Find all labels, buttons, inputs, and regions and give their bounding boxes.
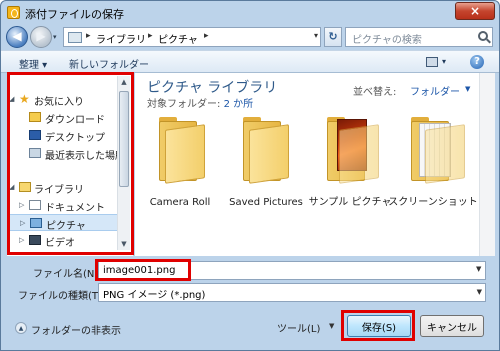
- folder-camera-roll[interactable]: [145, 117, 217, 187]
- folder-label[interactable]: サンプル ピクチャ: [305, 197, 395, 209]
- pictures-icon: [30, 218, 42, 228]
- nav-item-recent-places[interactable]: 最近表示した場所: [7, 145, 125, 162]
- folder-icon: [339, 124, 379, 184]
- save-button[interactable]: 保存(S): [347, 315, 411, 337]
- address-dropdown-icon[interactable]: ▾: [314, 31, 318, 40]
- nav-scrollbar[interactable]: ▲ ▼: [117, 76, 130, 250]
- title-bar: 添付ファイルの保存 ×: [1, 1, 499, 25]
- nav-item-favorites[interactable]: ◢ ★ お気に入り: [7, 91, 119, 108]
- nav-label: お気に入り: [34, 97, 84, 108]
- refresh-button[interactable]: ↻: [324, 27, 342, 47]
- nav-item-videos[interactable]: ▷ ビデオ: [7, 232, 119, 249]
- filename-label: ファイル名(N):: [33, 269, 102, 280]
- close-button[interactable]: ×: [455, 2, 495, 20]
- nav-label: デスクトップ: [45, 133, 105, 144]
- arrange-by-dropdown-icon[interactable]: ▼: [465, 85, 470, 93]
- folder-icon: [425, 124, 465, 184]
- folder-icon: [165, 124, 205, 184]
- videos-icon: [29, 235, 41, 245]
- folder-icon: [249, 124, 289, 184]
- expand-icon[interactable]: ▷: [20, 219, 25, 227]
- new-folder-button[interactable]: 新しいフォルダー: [69, 56, 149, 71]
- collapse-icon[interactable]: ◢: [9, 183, 14, 191]
- view-options-dropdown[interactable]: ▾: [442, 57, 446, 66]
- nav-item-downloads[interactable]: ダウンロード: [7, 109, 119, 126]
- breadcrumb-libraries[interactable]: ライブラリ: [96, 31, 146, 46]
- window-title: 添付ファイルの保存: [25, 8, 124, 21]
- nav-label: ダウンロード: [45, 115, 105, 126]
- nav-item-desktop[interactable]: デスクトップ: [7, 127, 119, 144]
- folder-saved-pictures[interactable]: [229, 117, 301, 187]
- recent-pages-icon[interactable]: ▾: [53, 33, 57, 41]
- downloads-icon: [29, 112, 41, 122]
- nav-item-libraries[interactable]: ◢ ライブラリ: [7, 179, 119, 196]
- forward-button[interactable]: ▶: [30, 26, 52, 48]
- folder-sample-pictures[interactable]: [313, 117, 385, 187]
- documents-icon: [29, 200, 41, 210]
- back-button[interactable]: ◀: [6, 26, 28, 48]
- tools-menu[interactable]: ツール(L): [277, 320, 320, 335]
- nav-item-pictures[interactable]: ▷ ピクチャ: [7, 214, 119, 232]
- search-placeholder: ピクチャの検索: [352, 35, 422, 46]
- collapse-arrow-icon: ▲: [15, 322, 27, 334]
- navigation-pane[interactable]: ◢ ★ お気に入り ダウンロード デスクトップ 最近表示した場所 ◢ ライブラリ…: [7, 73, 133, 256]
- collapse-icon[interactable]: ◢: [9, 95, 14, 103]
- folder-label[interactable]: スクリーンショット: [387, 197, 479, 209]
- scroll-down-icon[interactable]: ▼: [118, 238, 130, 250]
- target-folders-label: 対象フォルダー:: [147, 99, 224, 110]
- save-attachment-dialog: 添付ファイルの保存 × ◀ ▶ ▾ ▸ ライブラリ ▸ ピクチャ ▸ ▾ ↻ ピ…: [0, 0, 500, 351]
- nav-label: ライブラリ: [34, 185, 84, 196]
- hide-folders-label: フォルダーの非表示: [31, 326, 121, 337]
- cancel-button[interactable]: キャンセル: [420, 315, 484, 337]
- filetype-value: PNG イメージ (*.png): [103, 290, 206, 301]
- address-bar[interactable]: ▸ ライブラリ ▸ ピクチャ ▸ ▾: [63, 27, 321, 47]
- help-icon[interactable]: ?: [470, 55, 484, 69]
- tools-dropdown-icon[interactable]: ▼: [329, 322, 334, 330]
- breadcrumb-pictures[interactable]: ピクチャ: [158, 31, 198, 46]
- expand-icon[interactable]: ▷: [19, 236, 24, 244]
- breadcrumb-separator-icon[interactable]: ▸: [148, 31, 153, 41]
- arrange-by-label: 並べ替え:: [353, 87, 397, 98]
- scroll-up-icon[interactable]: ▲: [118, 76, 130, 88]
- folder-icon: [68, 32, 82, 43]
- desktop-icon: [29, 130, 41, 140]
- hide-folders-toggle[interactable]: ▲ フォルダーの非表示: [15, 322, 121, 337]
- folder-screenshots[interactable]: [397, 117, 469, 187]
- command-bar: 整理 ▾ 新しいフォルダー ▾ ?: [1, 50, 499, 73]
- expand-icon[interactable]: ▷: [19, 201, 24, 209]
- star-icon: ★: [19, 92, 30, 106]
- filetype-select[interactable]: PNG イメージ (*.png) ▼: [98, 283, 486, 302]
- search-input[interactable]: ピクチャの検索: [345, 27, 493, 47]
- search-icon[interactable]: [478, 31, 488, 41]
- recent-places-icon: [29, 148, 41, 158]
- nav-label: ドキュメント: [45, 203, 105, 214]
- nav-label: ピクチャ: [46, 221, 86, 232]
- organize-menu[interactable]: 整理 ▾: [19, 56, 47, 71]
- libraries-icon: [19, 182, 31, 192]
- breadcrumb-separator-icon[interactable]: ▸: [204, 31, 209, 41]
- nav-item-documents[interactable]: ▷ ドキュメント: [7, 197, 119, 214]
- target-folders-text: 対象フォルダー: 2 か所: [147, 95, 253, 110]
- outlook-app-icon: [7, 6, 20, 19]
- nav-label: ビデオ: [45, 238, 75, 249]
- filename-dropdown-icon[interactable]: ▼: [476, 265, 481, 273]
- change-view-icon[interactable]: [426, 57, 438, 67]
- arrange-by-dropdown[interactable]: フォルダー: [410, 83, 460, 98]
- target-folders-link[interactable]: 2 か所: [224, 99, 254, 110]
- library-title: ピクチャ ライブラリ: [147, 80, 278, 96]
- nav-label: 最近表示した場所: [45, 151, 125, 162]
- filename-field[interactable]: [98, 261, 486, 280]
- folder-label[interactable]: Camera Roll: [135, 197, 225, 209]
- filetype-dropdown-icon[interactable]: ▼: [477, 288, 482, 296]
- file-list-pane[interactable]: ピクチャ ライブラリ 対象フォルダー: 2 か所 並べ替え: フォルダー ▼ C…: [135, 73, 495, 256]
- content-scrollbar[interactable]: [479, 73, 495, 256]
- filetype-label: ファイルの種類(T):: [18, 291, 106, 302]
- scrollbar-thumb[interactable]: [119, 91, 129, 187]
- folder-label[interactable]: Saved Pictures: [221, 197, 311, 209]
- breadcrumb-separator-icon[interactable]: ▸: [86, 31, 91, 41]
